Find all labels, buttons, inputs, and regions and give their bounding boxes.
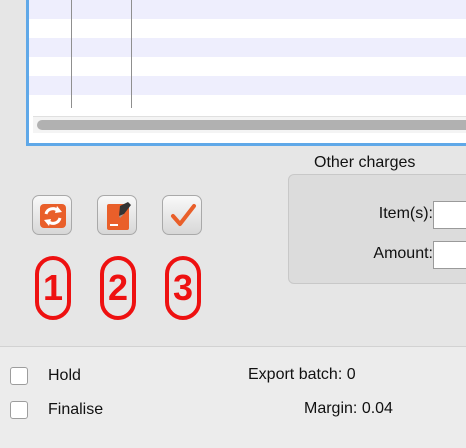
other-charges-box: Item(s): Amount: [288, 174, 466, 284]
scrollbar-thumb[interactable] [37, 120, 466, 130]
margin-label: Margin: [304, 400, 358, 417]
horizontal-scrollbar[interactable] [33, 116, 466, 133]
export-batch: Export batch: 0 [248, 366, 356, 384]
refresh-icon [40, 204, 66, 228]
column-divider[interactable] [71, 0, 72, 108]
hold-label: Hold [48, 367, 81, 384]
amount-label: Amount: [373, 245, 433, 262]
amount-input[interactable] [433, 241, 466, 269]
edit-button[interactable] [97, 195, 137, 235]
column-divider[interactable] [131, 0, 132, 108]
callout-1: 1 [35, 256, 71, 320]
refresh-button[interactable] [32, 195, 72, 235]
other-charges-title: Other charges [314, 154, 416, 171]
finalise-label: Finalise [48, 401, 104, 418]
table-row[interactable] [29, 76, 466, 95]
table-row[interactable] [29, 57, 466, 76]
hold-option[interactable]: Hold [10, 364, 81, 388]
details-panel: Other charges Item(s): Amount: 1 2 3 [0, 0, 466, 347]
table-rows [29, 0, 466, 114]
lines-table[interactable] [26, 0, 466, 146]
export-batch-label: Export batch: [248, 366, 343, 383]
table-row[interactable] [29, 38, 466, 57]
items-label: Item(s): [378, 205, 433, 222]
transaction-window: Other charges Item(s): Amount: 1 2 3 Hol… [0, 0, 466, 448]
checkmark-icon [171, 204, 196, 226]
table-row[interactable] [29, 0, 466, 19]
items-input[interactable] [433, 201, 466, 229]
callout-3: 3 [165, 256, 201, 320]
callout-2: 2 [100, 256, 136, 320]
hold-checkbox[interactable] [10, 367, 28, 385]
table-row[interactable] [29, 95, 466, 114]
finalise-checkbox[interactable] [10, 401, 28, 419]
margin-value: 0.04 [361, 400, 393, 417]
margin: Margin: 0.04 [304, 400, 393, 418]
confirm-button[interactable] [162, 195, 202, 235]
finalise-option[interactable]: Finalise [10, 398, 103, 422]
table-row[interactable] [29, 19, 466, 38]
export-batch-value: 0 [346, 366, 356, 383]
edit-note-icon [107, 202, 131, 230]
